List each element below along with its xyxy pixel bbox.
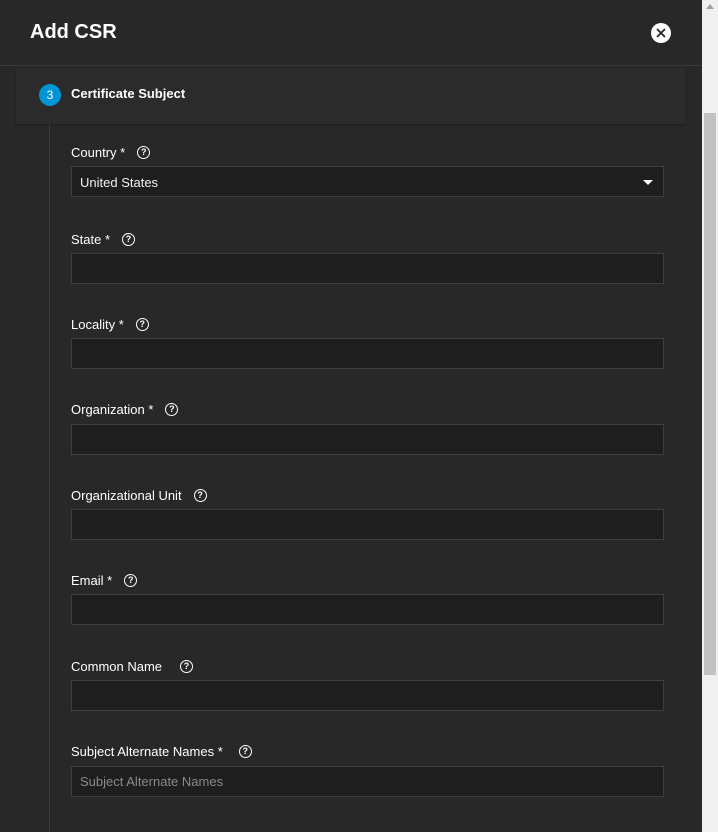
step-label: Certificate Subject — [71, 86, 186, 101]
dialog-header: Add CSR — [0, 0, 702, 66]
subject-alternate-names-label-text: Subject Alternate Names * — [71, 744, 223, 759]
country-label: Country * ? — [71, 145, 151, 160]
locality-input[interactable] — [71, 338, 664, 369]
country-label-text: Country * — [71, 145, 126, 160]
vertical-scrollbar[interactable] — [702, 0, 718, 832]
close-icon — [656, 28, 666, 38]
locality-label: Locality * ? — [71, 317, 149, 332]
dialog-title: Add CSR — [30, 21, 117, 43]
help-icon[interactable]: ? — [135, 318, 149, 331]
step-number-badge: 3 — [39, 84, 61, 106]
email-input[interactable] — [71, 594, 664, 625]
email-label-text: Email * — [71, 573, 113, 588]
help-icon[interactable]: ? — [124, 574, 138, 587]
subject-alternate-names-input[interactable] — [71, 766, 664, 797]
state-input[interactable] — [71, 253, 664, 284]
help-icon[interactable]: ? — [238, 745, 252, 758]
subject-alternate-names-label: Subject Alternate Names * ? — [71, 744, 252, 759]
help-icon[interactable]: ? — [180, 660, 194, 673]
chevron-down-icon — [643, 180, 653, 185]
common-name-input[interactable] — [71, 680, 664, 711]
country-selected-value: United States — [80, 175, 159, 190]
help-icon[interactable]: ? — [122, 233, 136, 246]
help-icon[interactable]: ? — [165, 403, 179, 416]
add-csr-dialog: Add CSR 3 Certificate Subject Country * … — [0, 0, 718, 832]
state-label: State * ? — [71, 232, 136, 247]
organization-input[interactable] — [71, 424, 664, 455]
organizational-unit-input[interactable] — [71, 509, 664, 540]
email-label: Email * ? — [71, 573, 138, 588]
help-icon[interactable]: ? — [137, 146, 151, 159]
organizational-unit-label: Organizational Unit ? — [71, 488, 207, 503]
scrollbar-thumb[interactable] — [704, 113, 716, 675]
close-button[interactable] — [651, 23, 671, 43]
step-header-certificate-subject[interactable]: 3 Certificate Subject — [16, 68, 686, 124]
step-connector-line — [49, 124, 50, 832]
organizational-unit-label-text: Organizational Unit — [71, 488, 182, 503]
scroll-up-arrow-icon[interactable] — [706, 4, 714, 9]
locality-label-text: Locality * — [71, 317, 124, 332]
organization-label-text: Organization * — [71, 402, 154, 417]
organization-label: Organization * ? — [71, 402, 179, 417]
common-name-label-text: Common Name — [71, 659, 163, 674]
country-select[interactable]: United States — [71, 166, 664, 197]
state-label-text: State * — [71, 232, 111, 247]
help-icon[interactable]: ? — [193, 489, 207, 502]
common-name-label: Common Name ? — [71, 659, 194, 674]
